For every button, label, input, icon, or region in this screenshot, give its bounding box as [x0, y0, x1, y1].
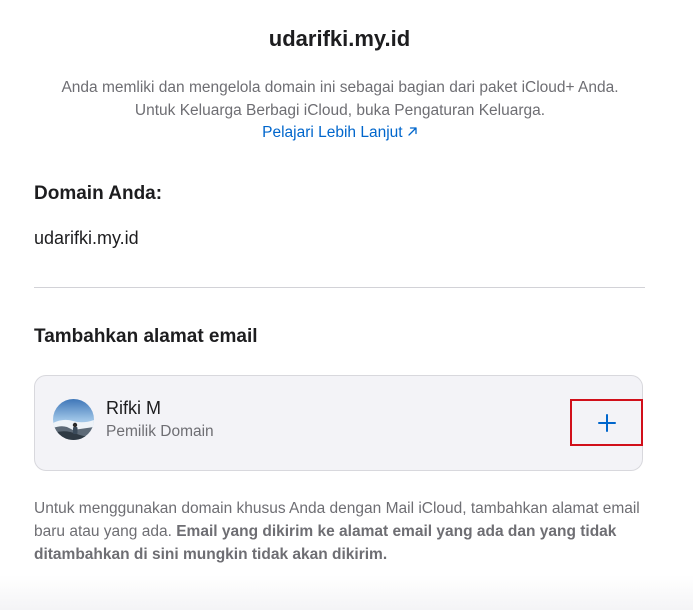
bottom-fade	[0, 575, 693, 610]
email-section-heading: Tambahkan alamat email	[34, 326, 258, 347]
learn-more-label: Pelajari Lebih Lanjut	[262, 124, 403, 141]
plus-icon	[597, 413, 616, 432]
arrow-up-right-icon	[408, 127, 417, 136]
learn-more-link[interactable]: Pelajari Lebih Lanjut	[262, 124, 418, 141]
section-divider	[34, 287, 645, 288]
avatar	[53, 399, 94, 440]
domain-value: udarifki.my.id	[34, 228, 139, 248]
member-name: Rifki M	[106, 398, 161, 418]
domain-section-heading: Domain Anda:	[34, 183, 163, 204]
page-title: udarifki.my.id	[268, 26, 411, 51]
add-email-button[interactable]	[570, 399, 643, 446]
footnote: Untuk menggunakan domain khusus Anda den…	[34, 497, 649, 566]
user-photo-avatar	[53, 399, 94, 440]
custom-domain-page: udarifki.my.id Anda memliki dan mengelol…	[0, 0, 693, 610]
intro-text: Anda memliki dan mengelola domain ini se…	[61, 79, 619, 119]
member-role: Pemilik Domain	[106, 423, 214, 440]
intro-paragraph: Anda memliki dan mengelola domain ini se…	[60, 77, 620, 145]
member-card: Rifki M Pemilik Domain	[34, 375, 643, 471]
